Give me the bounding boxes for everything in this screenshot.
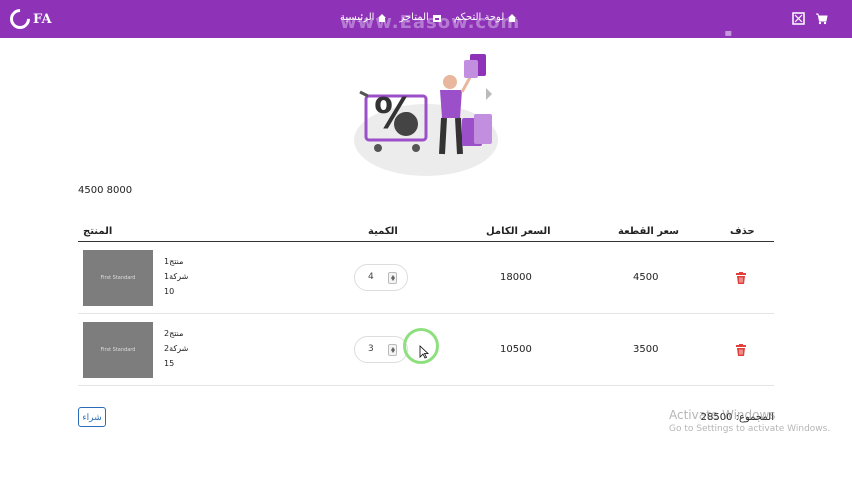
spinner-icon[interactable]: [388, 344, 397, 356]
brand-name: FA: [33, 11, 52, 27]
activate-subtitle: Go to Settings to activate Windows.: [669, 424, 831, 434]
product-company: شركة1: [164, 272, 189, 281]
nav-links: لوحة التحكم المتاجر الرئيسية: [340, 12, 517, 23]
product-info: منتج2 شركة2 15: [164, 326, 188, 371]
product-name: منتج1: [164, 257, 184, 266]
trash-icon[interactable]: [736, 272, 746, 284]
product-stock: 15: [164, 359, 175, 368]
header-quantity: الكمية: [368, 226, 398, 237]
full-price: 10500: [500, 344, 532, 355]
brand-logo[interactable]: FA: [5, 4, 52, 34]
product-image: First Standard: [83, 250, 153, 306]
header-full-price: السعر الكامل: [486, 226, 551, 237]
dashboard-icon: [508, 13, 517, 22]
quantity-value: 3: [368, 344, 374, 354]
buy-button[interactable]: شراء: [78, 407, 106, 427]
logo-icon: [5, 4, 35, 34]
full-price: 18000: [500, 272, 532, 283]
nav-link-dashboard[interactable]: لوحة التحكم: [454, 12, 517, 23]
nav-link-home[interactable]: الرئيسية: [340, 12, 387, 23]
spinner-icon[interactable]: [388, 272, 397, 284]
unit-price: 3500: [633, 344, 659, 355]
table-row: First Standard منتج1 شركة1 10 4 18000 45…: [78, 242, 774, 314]
nav-link-stores[interactable]: المتاجر: [399, 12, 441, 23]
home-icon: [378, 13, 387, 22]
trash-icon[interactable]: [736, 344, 746, 356]
summary-numbers: 4500 8000: [78, 185, 133, 196]
nav-actions: [792, 12, 828, 25]
header-delete: حذف: [730, 226, 755, 237]
store-icon: [432, 14, 441, 22]
quantity-stepper[interactable]: 3: [354, 336, 408, 363]
product-name: منتج2: [164, 329, 184, 338]
product-info: منتج1 شركة1 10: [164, 254, 188, 299]
product-image: First Standard: [83, 322, 153, 378]
activate-title: Activate Windows: [669, 408, 776, 422]
quantity-stepper[interactable]: 4: [354, 264, 408, 291]
unit-price: 4500: [633, 272, 659, 283]
activate-windows-watermark: Activate Windows Go to Settings to activ…: [669, 408, 830, 434]
cart-icon[interactable]: [815, 12, 828, 25]
nav-link-label: الرئيسية: [340, 12, 375, 23]
shopping-illustration: %: [354, 54, 498, 176]
scan-icon[interactable]: [792, 12, 805, 25]
product-stock: 10: [164, 287, 175, 296]
mouse-cursor-icon: [419, 345, 429, 359]
product-company: شركة2: [164, 344, 189, 353]
nav-link-label: المتاجر: [399, 12, 429, 23]
header-unit-price: سعر القطعة: [618, 226, 680, 237]
table-header: المنتج الكمية السعر الكامل سعر القطعة حذ…: [78, 222, 774, 242]
nav-link-label: لوحة التحكم: [453, 12, 505, 23]
header-product: المنتج: [83, 226, 113, 237]
top-navbar: FA لوحة التحكم المتاجر الرئيسية: [0, 0, 852, 38]
quantity-value: 4: [368, 272, 374, 282]
